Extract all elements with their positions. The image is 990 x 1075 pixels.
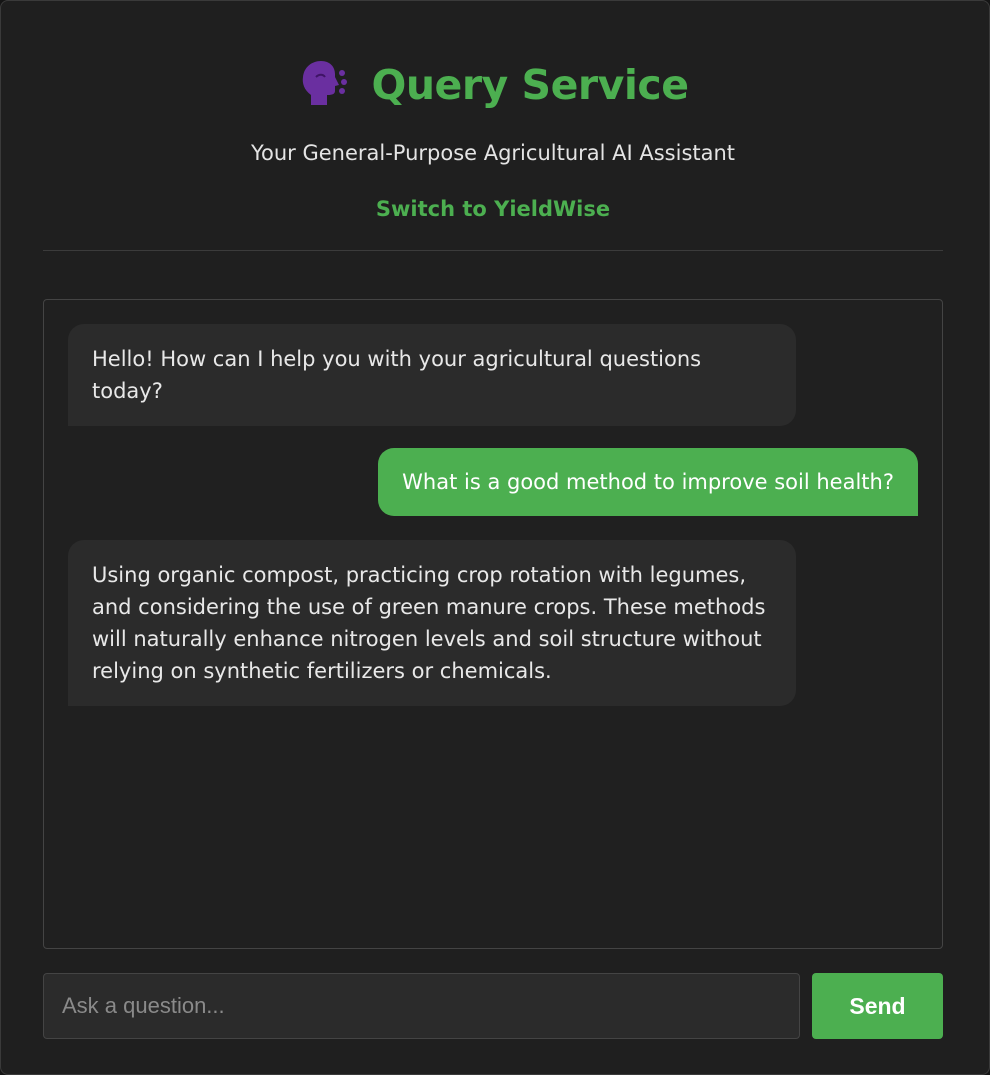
header: Query Service Your General-Purpose Agric… — [43, 1, 943, 251]
assistant-message: Using organic compost, practicing crop r… — [68, 540, 796, 706]
page-subtitle: Your General-Purpose Agricultural AI Ass… — [250, 141, 736, 165]
page-title: Query Service — [371, 61, 689, 109]
input-row: Send — [43, 973, 943, 1039]
send-button[interactable]: Send — [812, 973, 943, 1039]
app-window: Query Service Your General-Purpose Agric… — [0, 0, 990, 1075]
assistant-message: Hello! How can I help you with your agri… — [68, 324, 796, 426]
switch-to-yieldwise-link[interactable]: Switch to YieldWise — [43, 197, 943, 221]
question-input[interactable] — [43, 973, 800, 1039]
title-row: Query Service — [43, 53, 943, 117]
speaking-head-icon — [297, 57, 349, 113]
chat-history[interactable]: Hello! How can I help you with your agri… — [43, 299, 943, 949]
user-message: What is a good method to improve soil he… — [378, 448, 918, 516]
